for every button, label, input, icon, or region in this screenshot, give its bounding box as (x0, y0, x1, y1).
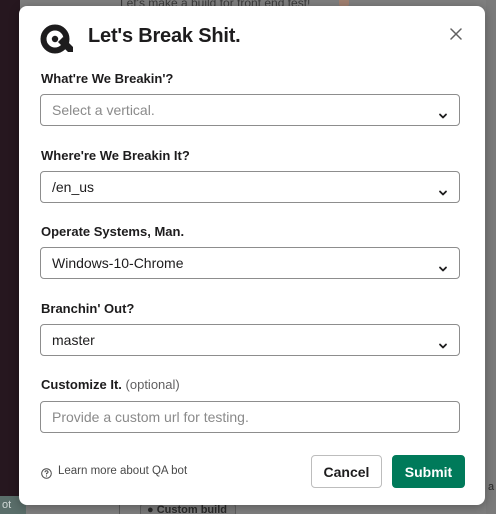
custom-url-label: Customize It. (optional) (41, 377, 180, 392)
custom-url-label-text: Customize It. (41, 377, 122, 392)
help-link-text: Learn more about QA bot (58, 465, 188, 477)
qa-bot-logo-icon (40, 24, 74, 54)
locale-label: Where're We Breakin It? (41, 148, 190, 163)
optional-tag: (optional) (125, 377, 180, 392)
modal-header: Let's Break Shit. (19, 6, 485, 70)
custom-url-input[interactable] (40, 401, 460, 433)
chevron-down-icon (438, 337, 448, 349)
modal-title: Let's Break Shit. (88, 25, 241, 47)
qa-bot-modal: Let's Break Shit. What're We Breakin'? S… (19, 6, 485, 505)
chevron-down-icon (438, 107, 448, 119)
background-scroll-strip (486, 0, 496, 514)
close-icon (450, 27, 462, 45)
branch-label: Branchin' Out? (41, 301, 135, 316)
os-label: Operate Systems, Man. (41, 224, 185, 239)
close-button[interactable] (442, 22, 470, 50)
help-circle-icon (41, 466, 52, 479)
background-edge-text: a (488, 481, 495, 493)
os-select[interactable]: Windows-10-Chrome (40, 247, 460, 279)
help-link[interactable]: Learn more about QA bot (41, 464, 188, 479)
os-select-value: Windows-10-Chrome (52, 255, 184, 271)
branch-select-value: master (52, 332, 95, 348)
vertical-select[interactable]: Select a vertical. (40, 94, 460, 126)
branch-select[interactable]: master (40, 324, 460, 356)
locale-select[interactable]: /en_us (40, 171, 460, 203)
locale-select-value: /en_us (52, 179, 95, 195)
vertical-label: What're We Breakin'? (41, 71, 174, 86)
chevron-down-icon (438, 184, 448, 196)
vertical-select-placeholder: Select a vertical. (52, 102, 155, 118)
background-sidebar (0, 0, 20, 514)
chevron-down-icon (438, 260, 448, 272)
cancel-button[interactable]: Cancel (311, 455, 382, 488)
submit-button[interactable]: Submit (392, 455, 465, 488)
